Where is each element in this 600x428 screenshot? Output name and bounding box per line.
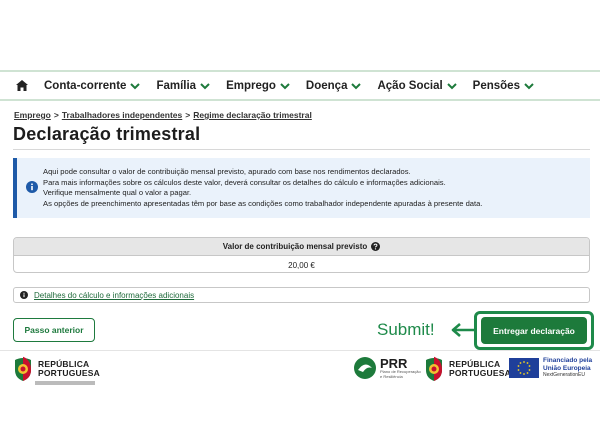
info-box: Aqui pode consultar o valor de contribui…: [13, 158, 590, 218]
nav-item-label: Ação Social: [377, 79, 443, 92]
republica-portuguesa-logo: REPÚBLICA PORTUGUESA: [13, 356, 100, 382]
info-line: Aqui pode consultar o valor de contribui…: [43, 167, 411, 176]
nav-item-label: Conta-corrente: [44, 79, 127, 92]
submit-declaration-button[interactable]: Entregar declaração: [481, 317, 587, 344]
nav-item-label: Família: [156, 79, 197, 92]
breadcrumb-separator: >: [53, 110, 59, 120]
chevron-down-icon: [524, 82, 534, 89]
logo-text: PORTUGUESA: [38, 368, 100, 378]
page-title: Declaração trimestral: [13, 124, 201, 144]
info-line: Para mais informações sobre os cálculos …: [43, 177, 446, 187]
footer-strip: [35, 381, 95, 385]
breadcrumb-separator: >: [185, 110, 191, 120]
prr-logo: PRR Plano de Recuperação e Resiliência: [353, 356, 421, 380]
breadcrumb-link-trabalhadores[interactable]: Trabalhadores independentes: [62, 110, 182, 120]
main-nav: Conta-corrente Família Emprego Doença Aç…: [0, 70, 600, 101]
logo-text: PORTUGUESA: [449, 368, 511, 378]
table-cell-value: 20,00 €: [288, 260, 315, 270]
eu-text: NextGenerationEU: [543, 372, 585, 378]
nav-item-familia[interactable]: Família: [156, 80, 210, 92]
info-line: As opções de preenchimento apresentadas …: [43, 198, 483, 208]
help-icon[interactable]: [371, 242, 381, 251]
annotation-label: Submit!: [377, 320, 435, 339]
eu-text: Financiado pela: [543, 357, 593, 364]
nav-item-acao-social[interactable]: Ação Social: [377, 79, 457, 92]
info-icon: [20, 291, 28, 299]
chevron-down-icon: [351, 82, 362, 89]
nav-item-emprego[interactable]: Emprego: [226, 80, 290, 92]
nav-item-conta-corrente[interactable]: Conta-corrente: [44, 79, 141, 92]
breadcrumb-link-emprego[interactable]: Emprego: [14, 110, 51, 120]
coat-of-arms-icon: [426, 356, 442, 381]
breadcrumb-link-regime[interactable]: Regime declaração trimestral: [193, 110, 312, 120]
info-line: Verifique mensalmente qual o valor a pag…: [43, 188, 192, 197]
nav-item-doenca[interactable]: Doença: [306, 80, 362, 92]
title-divider: [13, 149, 590, 150]
nav-item-label: Doença: [305, 79, 348, 92]
chevron-down-icon: [200, 82, 210, 89]
prr-subtitle: e Resiliência: [380, 373, 403, 379]
nav-item-pensoes[interactable]: Pensões: [473, 80, 534, 92]
nav-item-label: Emprego: [226, 79, 276, 92]
eu-text: União Europeia: [543, 364, 591, 372]
nav-item-label: Pensões: [472, 79, 520, 92]
table-header-label: Valor de contribuição mensal previsto: [222, 242, 368, 251]
chevron-down-icon: [446, 82, 457, 89]
home-icon[interactable]: [16, 79, 30, 93]
footer-divider: [0, 350, 600, 351]
previous-step-button[interactable]: Passo anterior: [13, 318, 95, 342]
info-icon: [26, 181, 38, 193]
table-header: Valor de contribuição mensal previsto: [14, 238, 589, 256]
contribution-table: Valor de contribuição mensal previsto 20…: [13, 237, 590, 273]
chevron-down-icon: [280, 82, 290, 89]
eu-flag-icon: [509, 358, 539, 379]
details-link[interactable]: Detalhes do cálculo e informações adicio…: [34, 291, 194, 300]
prr-icon: [354, 357, 376, 379]
info-text: Aqui pode consultar o valor de contribui…: [43, 167, 482, 209]
eu-funding-logo: Financiado pela União Europeia NextGener…: [509, 357, 592, 380]
breadcrumb: Emprego > Trabalhadores independentes > …: [14, 110, 312, 120]
coat-of-arms-icon: [15, 356, 31, 381]
chevron-down-icon: [130, 82, 141, 89]
details-panel: Detalhes do cálculo e informações adicio…: [13, 287, 590, 303]
republica-portuguesa-logo-2: REPÚBLICA PORTUGUESA: [424, 356, 511, 382]
